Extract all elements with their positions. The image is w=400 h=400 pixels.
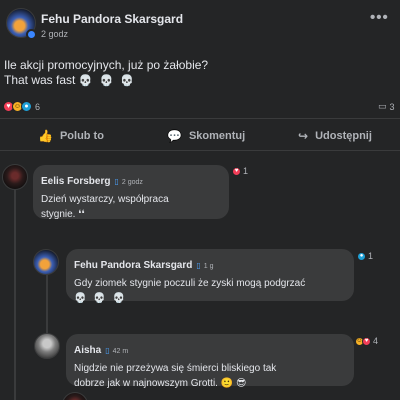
comments-count[interactable]: ▭ 3 — [378, 101, 395, 112]
care-reaction-icon: ● — [21, 101, 32, 112]
like-button[interactable]: 👍 Polub to — [38, 129, 104, 143]
heart-reaction-icon: ♥ — [362, 336, 371, 346]
comment-author[interactable]: Eelis Forsberg — [41, 176, 110, 187]
comment-text-line2: 💀 💀 💀 — [74, 293, 127, 304]
comment-author[interactable]: Fehu Pandora Skarsgard — [74, 260, 192, 271]
share-label: Udostępnij — [315, 130, 372, 142]
comment-reactions[interactable]: ♥ 1 — [232, 166, 248, 176]
comment-text-line2: dobrze jak w najnowszym Grotti. 🙂 😎 — [74, 378, 247, 389]
status-badge — [26, 29, 37, 40]
like-label: Polub to — [59, 130, 104, 142]
verified-icon: ▯ — [114, 177, 119, 186]
comment-bubble: Aisha ▯ 42 m Nigdzie nie przeżywa się śmie… — [66, 334, 354, 389]
comment-text-line1: Nigdzie nie przeżywa się śmierci bliskie… — [74, 363, 277, 374]
comment-bubble: Eelis Forsberg ▯ 2 godz Dzień wystarczy, w… — [33, 165, 229, 220]
thread-line — [14, 190, 16, 400]
comment-author[interactable]: Aisha — [74, 345, 101, 356]
thumbs-up-icon: 👍 — [38, 129, 53, 143]
comment-reactions[interactable]: ● 1 — [357, 251, 373, 261]
comment-reactions[interactable]: ☺ ♥ 4 — [355, 336, 378, 346]
post-text-line1: Ile akcji promocyjnych, już po żałobie? — [4, 58, 209, 72]
heart-reaction-icon: ♥ — [232, 166, 241, 176]
reaction-count: 1 — [243, 166, 249, 176]
thread-line — [46, 274, 48, 334]
share-button[interactable]: ↪ Udostępnij — [298, 129, 372, 143]
comment-time[interactable]: 42 m — [113, 348, 129, 355]
divider — [0, 150, 400, 151]
post-time[interactable]: 2 godz — [41, 29, 68, 39]
commenter-avatar[interactable] — [2, 164, 28, 190]
skull-emoji-icon: 💀 💀 💀 — [78, 75, 136, 87]
comment-time[interactable]: 1 g — [204, 263, 214, 270]
commenter-avatar[interactable] — [34, 333, 60, 359]
comment-label: Skomentuj — [188, 130, 246, 142]
comment-text-line1: Gdy ziomek stygnie poczuli że zyski mogą… — [74, 278, 306, 289]
comment-time[interactable]: 2 godz — [122, 179, 143, 186]
reaction-count: 6 — [35, 101, 41, 112]
reaction-count: 4 — [373, 336, 379, 346]
comment-bubble: Fehu Pandora Skarsgard ▯ 1 g Gdy ziomek st… — [66, 249, 354, 304]
comment-text-line2: stygnie. ❛❛ — [41, 209, 85, 220]
comment-text-line1: Dzień wystarczy, współpraca — [41, 194, 169, 205]
reaction-count: 1 — [368, 251, 374, 261]
care-reaction-icon: ● — [357, 251, 366, 261]
comment-icon: ▭ — [378, 101, 387, 111]
divider — [0, 118, 400, 119]
more-options-icon[interactable]: ••• — [370, 9, 389, 26]
post-text-line2: That was fast 💀 💀 💀 — [4, 73, 136, 87]
verified-icon: ▯ — [196, 261, 201, 270]
commenter-avatar[interactable] — [62, 392, 88, 400]
comment-bubble-icon: 💬 — [167, 129, 182, 143]
share-arrow-icon: ↪ — [298, 129, 309, 143]
post-reactions[interactable]: ♥ ☺ ● 6 — [3, 101, 40, 112]
commenter-avatar[interactable] — [33, 249, 59, 275]
post-author-name[interactable]: Fehu Pandora Skarsgard — [41, 12, 183, 26]
comment-button[interactable]: 💬 Skomentuj — [167, 129, 245, 143]
verified-icon: ▯ — [105, 346, 110, 355]
